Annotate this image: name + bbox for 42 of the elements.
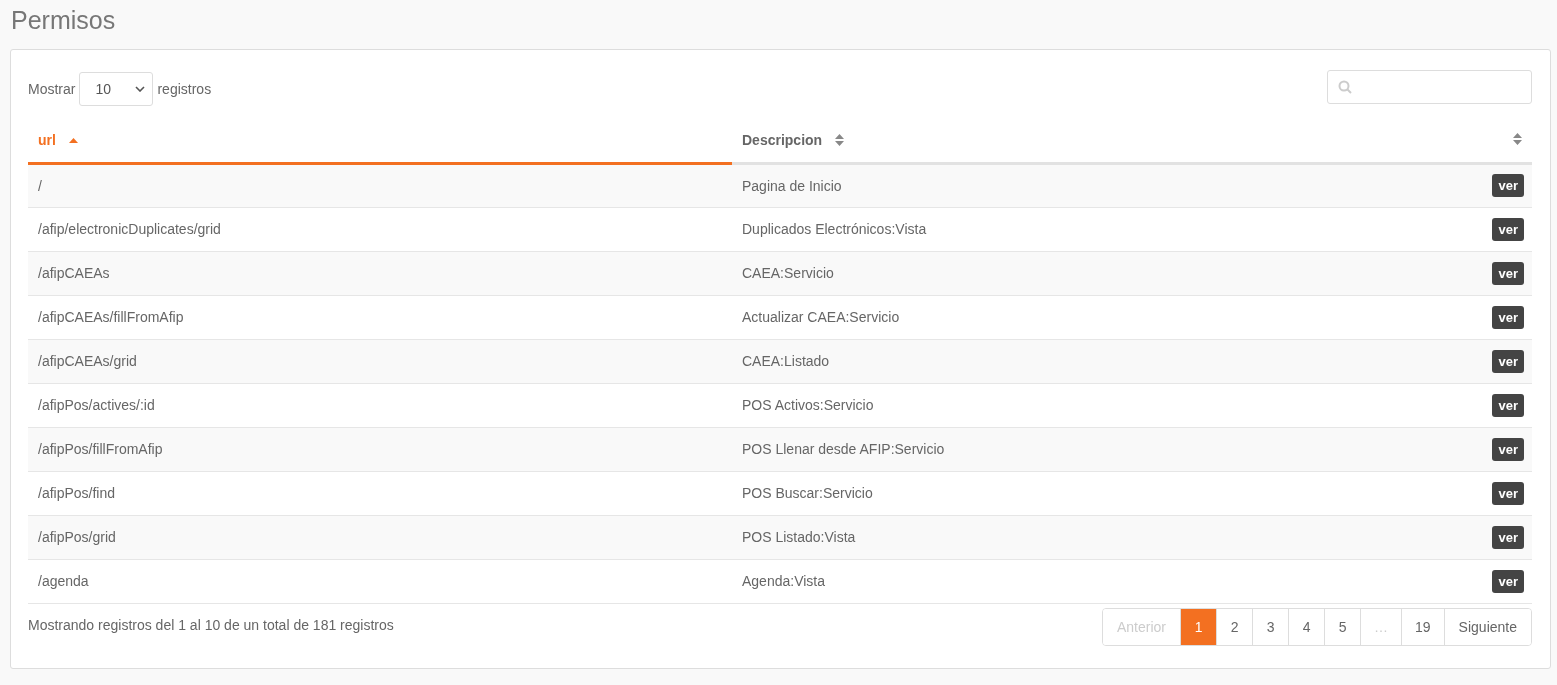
url-cell: /afipPos/grid — [28, 515, 732, 559]
search-field[interactable] — [1327, 69, 1532, 104]
page-title: Permisos — [11, 5, 117, 36]
description-cell: Pagina de Inicio — [732, 163, 1387, 207]
page-size-select[interactable]: 10 — [79, 72, 154, 106]
url-cell: /agenda — [28, 559, 732, 603]
view-button[interactable]: ver — [1492, 437, 1524, 461]
next-page-button[interactable]: Siguiente — [1443, 608, 1531, 645]
view-button[interactable]: ver — [1492, 217, 1524, 241]
description-cell: Agenda:Vista — [732, 559, 1387, 603]
url-cell: /afipPos/find — [28, 471, 732, 515]
show-label: Mostrar — [28, 81, 76, 97]
view-button[interactable]: ver — [1492, 525, 1524, 549]
url-cell: /afipPos/fillFromAfip — [28, 427, 732, 471]
sort-icon — [835, 134, 845, 147]
view-button[interactable]: ver — [1492, 481, 1524, 505]
chevron-down-icon — [135, 86, 146, 92]
description-cell: POS Llenar desde AFIP:Servicio — [732, 427, 1387, 471]
url-cell: /afipCAEAs — [28, 251, 732, 295]
search-icon — [1338, 79, 1352, 94]
description-cell: Duplicados Electrónicos:Vista — [732, 207, 1387, 251]
view-button[interactable]: ver — [1492, 174, 1524, 197]
view-button[interactable]: ver — [1492, 393, 1524, 417]
description-cell: POS Activos:Servicio — [732, 383, 1387, 427]
description-cell: CAEA:Servicio — [732, 251, 1387, 295]
url-cell: /afipCAEAs/fillFromAfip — [28, 295, 732, 339]
description-cell: POS Buscar:Servicio — [732, 471, 1387, 515]
view-button[interactable]: ver — [1492, 349, 1524, 373]
records-label: registros — [157, 81, 212, 97]
url-cell: / — [28, 163, 732, 207]
view-button[interactable]: ver — [1492, 261, 1524, 285]
view-button[interactable]: ver — [1492, 569, 1524, 593]
description-cell: CAEA:Listado — [732, 339, 1387, 383]
sort-ascending-icon — [68, 137, 78, 143]
description-cell: POS Listado:Vista — [732, 515, 1387, 559]
sort-icon — [1513, 133, 1522, 146]
url-cell: /afipPos/actives/:id — [28, 383, 732, 427]
url-cell: /afipCAEAs/grid — [28, 339, 732, 383]
url-cell: /afip/electronicDuplicates/grid — [28, 207, 732, 251]
records-info: Mostrando registros del 1 al 10 de un total de 181 registros — [28, 615, 394, 633]
view-button[interactable]: ver — [1492, 305, 1524, 329]
description-cell: Actualizar CAEA:Servicio — [732, 295, 1387, 339]
